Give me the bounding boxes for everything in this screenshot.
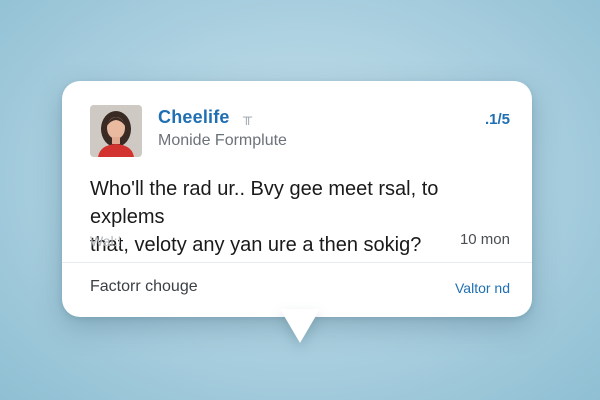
user-name[interactable]: Cheelife ╥ [158, 107, 252, 128]
footer-left-action[interactable]: Factorr chouge [90, 278, 198, 296]
speech-bubble-tail [280, 309, 320, 343]
message-line-2: that, veloty any yan ure a then sokig? [90, 234, 422, 256]
meta-left-label: Wal:! [90, 233, 122, 249]
footer-right-link[interactable]: Valtor nd [455, 280, 510, 296]
user-name-text: Cheelife [158, 107, 230, 127]
user-handle: Monide Formplute [158, 132, 287, 149]
avatar[interactable] [90, 105, 142, 157]
message-line-1: Who'll the rad ur.. Bvy gee meet rsal, t… [90, 178, 439, 228]
top-right-count[interactable]: .1/5 [485, 111, 510, 128]
timestamp: 10 mon [459, 231, 510, 248]
user-photo-icon [90, 105, 142, 157]
badge-icon: ╥ [242, 109, 253, 124]
message-card: Cheelife ╥ Monide Formplute .1/5 Who'll … [62, 81, 532, 317]
message-body: Who'll the rad ur.. Bvy gee meet rsal, t… [90, 175, 510, 259]
divider [62, 262, 532, 263]
